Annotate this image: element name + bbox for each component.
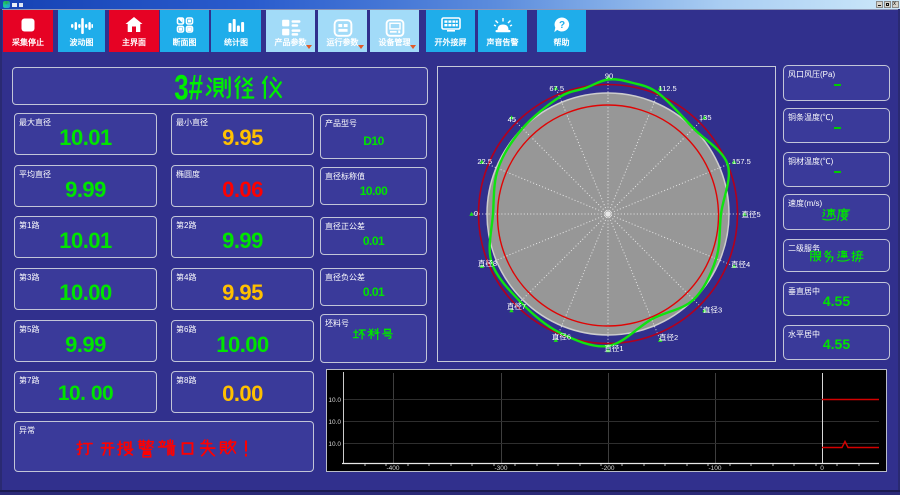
svg-text:22.5: 22.5 bbox=[477, 157, 492, 166]
svg-text:直径5: 直径5 bbox=[742, 209, 761, 219]
svg-text:157.5: 157.5 bbox=[732, 157, 751, 166]
svg-text:直径3: 直径3 bbox=[703, 305, 722, 315]
svg-text:直径6: 直径6 bbox=[552, 332, 571, 342]
svg-text:直径4: 直径4 bbox=[731, 259, 750, 269]
svg-text:10.0: 10.0 bbox=[328, 397, 341, 404]
svg-text:直径7: 直径7 bbox=[507, 301, 526, 311]
svg-text:0: 0 bbox=[474, 209, 478, 218]
svg-text:135: 135 bbox=[699, 113, 712, 122]
svg-text:?: ? bbox=[558, 20, 564, 31]
svg-text:67.5: 67.5 bbox=[549, 84, 564, 93]
svg-text:-100: -100 bbox=[708, 465, 721, 471]
svg-text:直径8: 直径8 bbox=[478, 258, 497, 268]
svg-text:0: 0 bbox=[820, 465, 824, 471]
svg-text:-200: -200 bbox=[601, 465, 614, 471]
svg-text:112.5: 112.5 bbox=[659, 84, 677, 93]
svg-text:10.0: 10.0 bbox=[328, 441, 341, 448]
svg-text:直径2: 直径2 bbox=[659, 332, 678, 342]
svg-text:90: 90 bbox=[605, 72, 613, 81]
svg-text:-300: -300 bbox=[494, 465, 507, 471]
svg-text:10.0: 10.0 bbox=[328, 419, 341, 426]
svg-text:-400: -400 bbox=[386, 465, 399, 471]
svg-text:45: 45 bbox=[508, 115, 516, 124]
svg-text:直径1: 直径1 bbox=[604, 343, 623, 353]
